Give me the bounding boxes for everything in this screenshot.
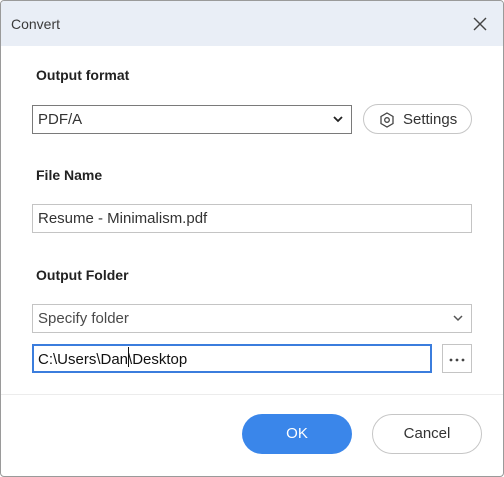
folder-path-before-caret: C:\Users\Dan: [38, 351, 129, 368]
ellipsis-icon: [449, 358, 465, 362]
folder-path-after-caret: \Desktop: [128, 351, 188, 368]
convert-dialog: Convert Output format PDF/A Settings Fil…: [0, 0, 504, 477]
chevron-down-icon: [453, 315, 463, 322]
output-folder-value: Specify folder: [38, 310, 129, 327]
settings-label: Settings: [403, 111, 458, 128]
hexagon-gear-icon: [380, 112, 394, 128]
output-format-select[interactable]: PDF/A: [32, 105, 352, 134]
text-caret: [128, 347, 130, 367]
output-format-value: PDF/A: [38, 111, 83, 128]
output-folder-select[interactable]: Specify folder: [32, 304, 472, 333]
file-name-input[interactable]: Resume - Minimalism.pdf: [32, 204, 472, 233]
ok-button[interactable]: OK: [242, 414, 352, 454]
dialog-title: Convert: [11, 16, 61, 32]
folder-path-value: C:\Users\Dan \Desktop: [38, 347, 188, 368]
settings-button[interactable]: Settings: [363, 104, 472, 134]
output-format-label: Output format: [36, 67, 130, 83]
browse-folder-button[interactable]: [442, 344, 472, 373]
close-button[interactable]: [469, 13, 491, 35]
file-name-value: Resume - Minimalism.pdf: [38, 210, 208, 227]
folder-path-input[interactable]: C:\Users\Dan \Desktop: [32, 344, 432, 373]
cancel-button[interactable]: Cancel: [372, 414, 482, 454]
footer-divider: [1, 394, 503, 395]
close-icon: [473, 17, 487, 31]
file-name-label: File Name: [36, 167, 103, 183]
chevron-down-icon: [333, 116, 343, 123]
title-bar: Convert: [1, 1, 503, 46]
output-folder-label: Output Folder: [36, 267, 129, 283]
